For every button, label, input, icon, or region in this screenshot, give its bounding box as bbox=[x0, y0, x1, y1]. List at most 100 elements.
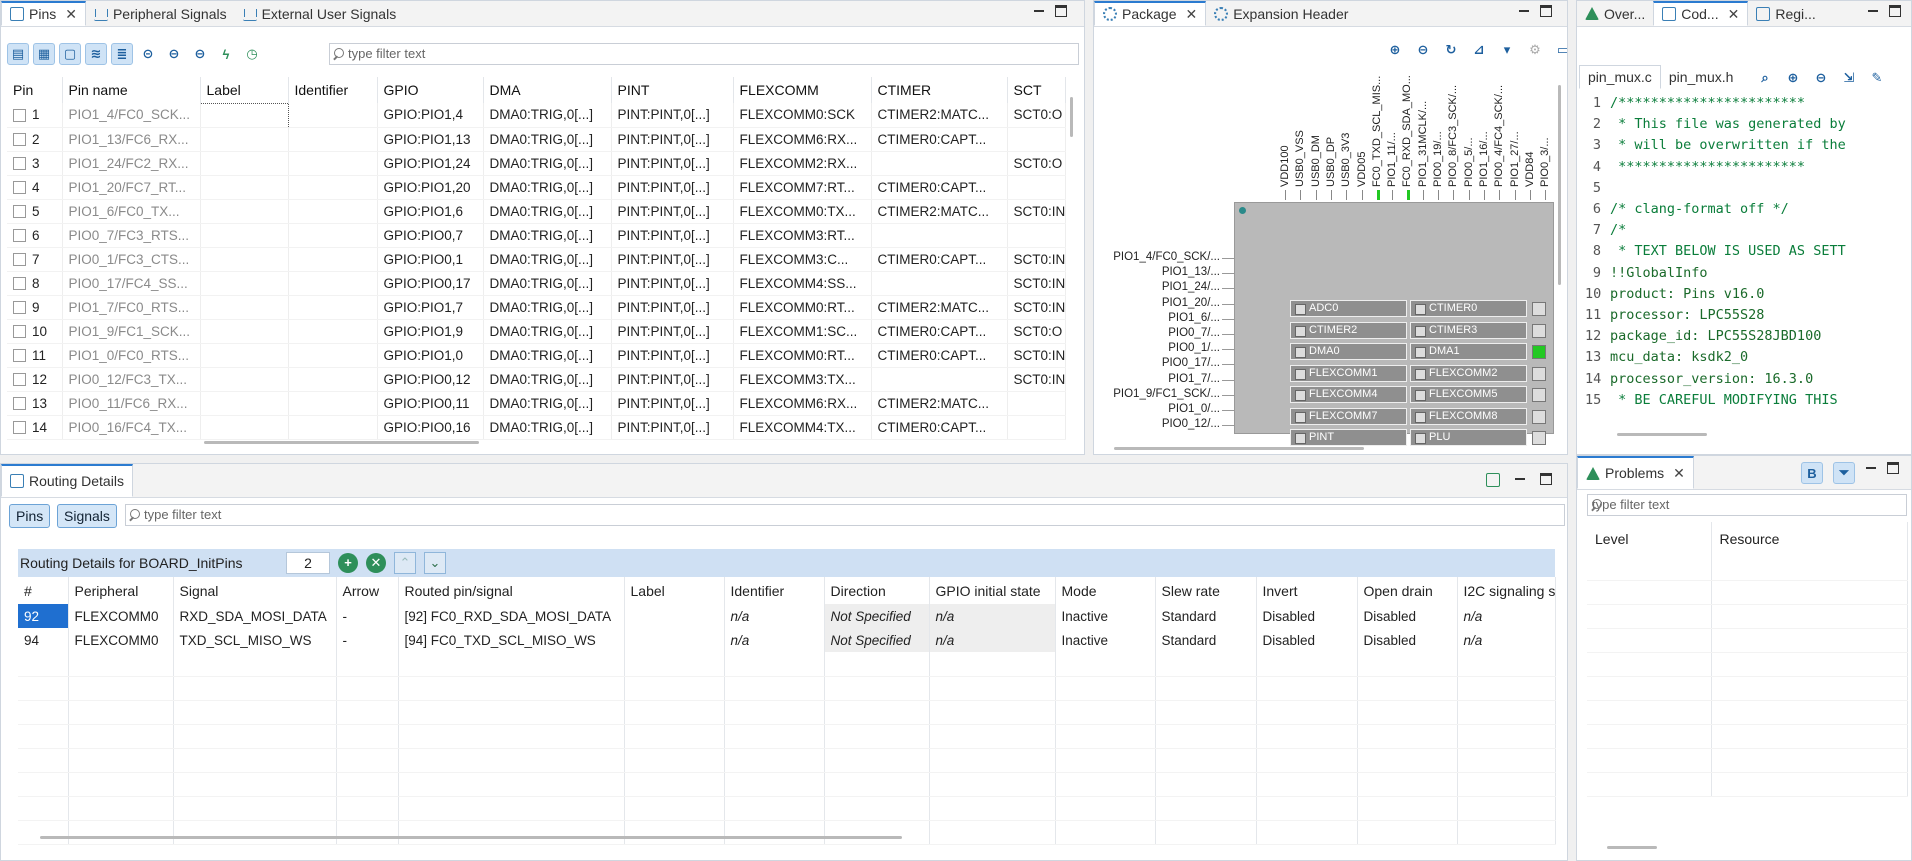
routing-cell-arrow[interactable]: - bbox=[336, 628, 399, 652]
clock-icon[interactable]: ◷ bbox=[241, 43, 263, 65]
package-left-pin-label[interactable]: PIO1_24/... bbox=[1100, 281, 1220, 293]
routing-hscroll[interactable] bbox=[40, 836, 902, 839]
cell-pint[interactable]: PINT:PINT,0[...] bbox=[611, 415, 734, 440]
cell-flexcomm[interactable]: FLEXCOMM2:RX... bbox=[733, 151, 872, 176]
col-flexcomm[interactable]: FLEXCOMM bbox=[733, 77, 872, 103]
cell-flexcomm[interactable]: FLEXCOMM0:SCK bbox=[733, 103, 872, 128]
table-row[interactable]: 12 PIO0_12/FC3_TX... GPIO:PIO0,12 DMA0:TRIG… bbox=[7, 367, 1066, 392]
cell-ctimer[interactable] bbox=[871, 151, 1008, 176]
row-checkbox[interactable] bbox=[13, 349, 26, 363]
cell-dma[interactable]: DMA0:TRIG,0[...] bbox=[483, 247, 612, 272]
cell-dma[interactable]: DMA0:TRIG,0[...] bbox=[483, 343, 612, 368]
cell-pint[interactable]: PINT:PINT,0[...] bbox=[611, 343, 734, 368]
cell-dma[interactable]: DMA0:TRIG,0[...] bbox=[483, 151, 612, 176]
cell-sct[interactable]: SCT0:IN bbox=[1007, 271, 1066, 296]
rotate-icon[interactable]: ↻ bbox=[1440, 39, 1462, 61]
routing-col-3[interactable]: Arrow bbox=[336, 577, 399, 604]
cell-identifier[interactable] bbox=[288, 295, 378, 320]
cell-identifier[interactable] bbox=[288, 223, 378, 248]
cell-pin[interactable]: 11 bbox=[7, 343, 63, 368]
zoom-in-icon[interactable]: ⊕ bbox=[1782, 67, 1804, 89]
cell-sct[interactable] bbox=[1007, 127, 1066, 152]
col-pin[interactable]: Pin bbox=[7, 77, 63, 103]
package-left-pin-label[interactable]: PIO1_0/... bbox=[1100, 403, 1220, 415]
routing-cell-num[interactable]: 92 bbox=[18, 604, 69, 628]
col-sct[interactable]: SCT bbox=[1007, 77, 1066, 103]
pins-hscroll[interactable] bbox=[204, 441, 479, 444]
view-mode-icon[interactable]: ⊿ bbox=[1468, 39, 1490, 61]
move-down-icon[interactable]: ⌄ bbox=[424, 552, 446, 574]
cell-pin-name[interactable]: PIO0_12/FC3_TX... bbox=[62, 367, 201, 392]
code-line[interactable]: /* bbox=[1610, 220, 1895, 241]
row-checkbox[interactable] bbox=[13, 253, 26, 267]
routing-cell-slew[interactable]: Standard bbox=[1155, 604, 1257, 628]
package-left-pin-label[interactable]: PIO1_4/FC0_SCK/... bbox=[1100, 251, 1220, 263]
problems-filter-input[interactable]: type filter text bbox=[1587, 494, 1907, 516]
routing-count-input[interactable]: 2 bbox=[286, 552, 330, 574]
peripheral-toggle[interactable]: FLEXCOMM7 bbox=[1290, 407, 1407, 425]
routing-col-5[interactable]: Label bbox=[624, 577, 725, 604]
cell-gpio[interactable]: GPIO:PIO0,11 bbox=[377, 391, 484, 416]
cell-identifier[interactable] bbox=[288, 319, 378, 344]
peripheral-toggle[interactable]: CTIMER3 bbox=[1410, 321, 1527, 339]
cell-identifier[interactable] bbox=[288, 415, 378, 440]
cell-flexcomm[interactable]: FLEXCOMM4:TX... bbox=[733, 415, 872, 440]
cell-pin[interactable]: 5 bbox=[7, 199, 63, 224]
row-checkbox[interactable] bbox=[13, 109, 26, 123]
table-row[interactable]: 11 PIO1_0/FC0_RTS... GPIO:PIO1,0 DMA0:TRIG,… bbox=[7, 343, 1066, 368]
cell-gpio[interactable]: GPIO:PIO0,12 bbox=[377, 367, 484, 392]
cell-flexcomm[interactable]: FLEXCOMM3:TX... bbox=[733, 367, 872, 392]
cell-pin-name[interactable]: PIO1_13/FC6_RX... bbox=[62, 127, 201, 152]
cell-ctimer[interactable]: CTIMER2:MATC... bbox=[871, 103, 1008, 128]
row-checkbox[interactable] bbox=[13, 181, 26, 195]
row-checkbox[interactable] bbox=[13, 133, 26, 147]
row-checkbox[interactable] bbox=[13, 301, 26, 315]
peripheral-toggle[interactable]: FLEXCOMM4 bbox=[1290, 386, 1407, 403]
route-out-icon[interactable]: ⊖ bbox=[189, 43, 211, 65]
cell-gpio[interactable]: GPIO:PIO1,0 bbox=[377, 343, 484, 368]
cell-dma[interactable]: DMA0:TRIG,0[...] bbox=[483, 127, 612, 152]
routing-cell-identifier[interactable]: n/a bbox=[724, 604, 825, 628]
cell-pint[interactable]: PINT:PINT,0[...] bbox=[611, 367, 734, 392]
cell-ctimer[interactable]: CTIMER0:CAPT... bbox=[871, 319, 1008, 344]
col-resource[interactable]: Resource bbox=[1711, 522, 1908, 556]
cell-sct[interactable]: SCT0:O bbox=[1007, 151, 1066, 176]
package-left-pin-label[interactable]: PIO1_6/... bbox=[1100, 312, 1220, 324]
peripheral-toggle[interactable]: PLU bbox=[1410, 429, 1527, 446]
route-in-icon[interactable]: ⊖ bbox=[163, 43, 185, 65]
cell-pin[interactable]: 10 bbox=[7, 319, 63, 344]
routing-cell-direction[interactable]: Not Specified bbox=[824, 628, 930, 652]
cell-dma[interactable]: DMA0:TRIG,0[...] bbox=[483, 199, 612, 224]
routing-cell-arrow[interactable]: - bbox=[336, 604, 399, 628]
peripheral-toggle[interactable]: PINT bbox=[1290, 429, 1407, 446]
cell-pin[interactable]: 4 bbox=[7, 175, 63, 200]
cell-ctimer[interactable]: CTIMER2:MATC... bbox=[871, 295, 1008, 320]
cell-ctimer[interactable] bbox=[871, 271, 1008, 296]
routing-cell-gpio_init[interactable]: n/a bbox=[929, 628, 1056, 652]
tab-external-user-signals[interactable]: External User Signals bbox=[235, 1, 405, 26]
maximize-icon[interactable] bbox=[1055, 5, 1067, 17]
package-top-pin-label[interactable]: PIO0_19/... bbox=[1432, 72, 1444, 187]
routing-cell-peripheral[interactable]: FLEXCOMM0 bbox=[68, 604, 174, 628]
cell-identifier[interactable] bbox=[288, 367, 378, 392]
package-top-pin-label[interactable]: PIO1_27/... bbox=[1509, 72, 1521, 187]
maximize-icon[interactable] bbox=[1887, 462, 1899, 474]
bold-filter-icon[interactable]: B bbox=[1801, 462, 1823, 484]
cell-pin[interactable]: 12 bbox=[7, 367, 63, 392]
peripheral-toggle[interactable]: FLEXCOMM5 bbox=[1410, 386, 1527, 403]
cell-pint[interactable]: PINT:PINT,0[...] bbox=[611, 295, 734, 320]
problems-hscroll[interactable] bbox=[1607, 846, 1657, 849]
col-label[interactable]: Label bbox=[200, 77, 289, 103]
cell-pin-name[interactable]: PIO0_16/FC4_TX... bbox=[62, 415, 201, 440]
cell-pin[interactable]: 7 bbox=[7, 247, 63, 272]
minimize-icon[interactable] bbox=[1514, 473, 1526, 485]
code-line[interactable]: * will be overwritten if the bbox=[1610, 135, 1895, 156]
cell-dma[interactable]: DMA0:TRIG,0[...] bbox=[483, 271, 612, 296]
table-row[interactable]: 6 PIO0_7/FC3_RTS... GPIO:PIO0,7 DMA0:TRIG,0… bbox=[7, 223, 1066, 248]
cell-identifier[interactable] bbox=[288, 343, 378, 368]
grid-view-icon[interactable]: ▦ bbox=[33, 43, 55, 65]
cell-identifier[interactable] bbox=[288, 271, 378, 296]
cell-flexcomm[interactable]: FLEXCOMM1:SC... bbox=[733, 319, 872, 344]
cell-pin-name[interactable]: PIO0_7/FC3_RTS... bbox=[62, 223, 201, 248]
routing-cell-routed[interactable]: [92] FC0_RXD_SDA_MOSI_DATA bbox=[398, 604, 625, 628]
